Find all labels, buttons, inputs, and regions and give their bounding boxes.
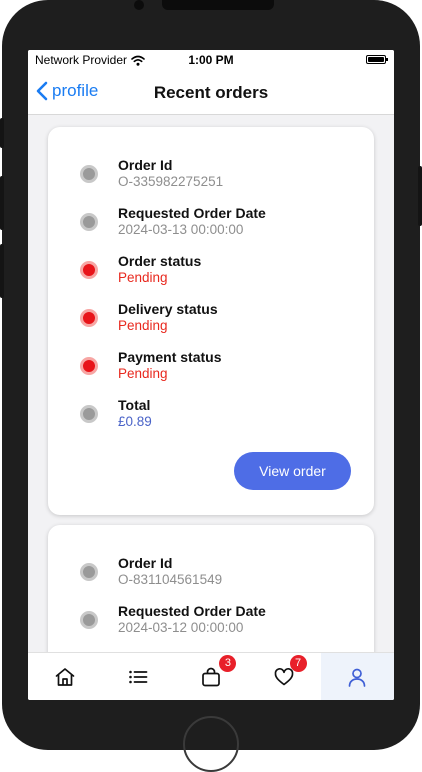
- volume-down-button: [0, 244, 4, 298]
- phone-device: Network Provider 1:00 PM profile Recent …: [0, 0, 422, 772]
- order-card: Order Id O-831104561549 Requested Order …: [48, 525, 374, 652]
- total-value: £0.89: [118, 414, 152, 429]
- home-button[interactable]: [183, 716, 239, 772]
- home-icon: [55, 668, 74, 686]
- chevron-left-icon: [36, 81, 48, 101]
- back-button[interactable]: profile: [36, 81, 98, 101]
- tab-favorites[interactable]: 7: [248, 653, 321, 700]
- delivery-status-value: Pending: [118, 318, 168, 333]
- side-button: [0, 118, 4, 148]
- requested-date-label: Requested Order Date: [118, 205, 266, 221]
- order-card: Order Id O-335982275251 Requested Order …: [48, 127, 374, 515]
- order-id-value: O-335982275251: [118, 174, 224, 189]
- camera-sensor: [134, 0, 144, 10]
- shopping-bag-icon: [202, 667, 220, 687]
- status-dot: [80, 213, 98, 231]
- order-status-value: Pending: [118, 270, 168, 285]
- phone-screen: Network Provider 1:00 PM profile Recent …: [28, 50, 394, 700]
- tab-cart[interactable]: 3: [174, 653, 247, 700]
- status-dot: [80, 309, 98, 327]
- tab-bar: 3 7: [28, 652, 394, 700]
- tab-orders[interactable]: [101, 653, 174, 700]
- user-icon: [349, 668, 366, 687]
- order-id-label: Order Id: [118, 555, 173, 571]
- order-id-label: Order Id: [118, 157, 173, 173]
- status-dot: [80, 611, 98, 629]
- battery-icon: [366, 55, 388, 64]
- cart-count-badge: 3: [219, 655, 237, 672]
- list-icon: [128, 670, 148, 684]
- speaker-grille: [162, 0, 274, 10]
- requested-date-label: Requested Order Date: [118, 603, 266, 619]
- view-order-button[interactable]: View order: [234, 452, 351, 490]
- tab-profile[interactable]: [320, 653, 394, 700]
- tab-home[interactable]: [28, 653, 101, 700]
- navigation-bar: profile Recent orders: [28, 72, 394, 115]
- power-button: [418, 166, 422, 226]
- clock: 1:00 PM: [188, 53, 234, 67]
- delivery-status-label: Delivery status: [118, 301, 218, 317]
- total-label: Total: [118, 397, 151, 413]
- volume-up-button: [0, 176, 4, 230]
- favorites-count-badge: 7: [289, 655, 307, 672]
- requested-date-value: 2024-03-13 00:00:00: [118, 222, 244, 237]
- orders-list[interactable]: Order Id O-335982275251 Requested Order …: [28, 115, 394, 652]
- requested-date-value: 2024-03-12 00:00:00: [118, 620, 244, 635]
- order-status-label: Order status: [118, 253, 202, 269]
- status-dot: [80, 261, 98, 279]
- back-label: profile: [52, 81, 99, 100]
- order-id-value: O-831104561549: [118, 572, 223, 587]
- status-bar: Network Provider 1:00 PM: [28, 50, 394, 72]
- status-dot: [80, 165, 98, 183]
- status-dot: [80, 563, 98, 581]
- status-dot: [80, 357, 98, 375]
- status-dot: [80, 405, 98, 423]
- payment-status-label: Payment status: [118, 349, 222, 365]
- payment-status-value: Pending: [118, 366, 168, 381]
